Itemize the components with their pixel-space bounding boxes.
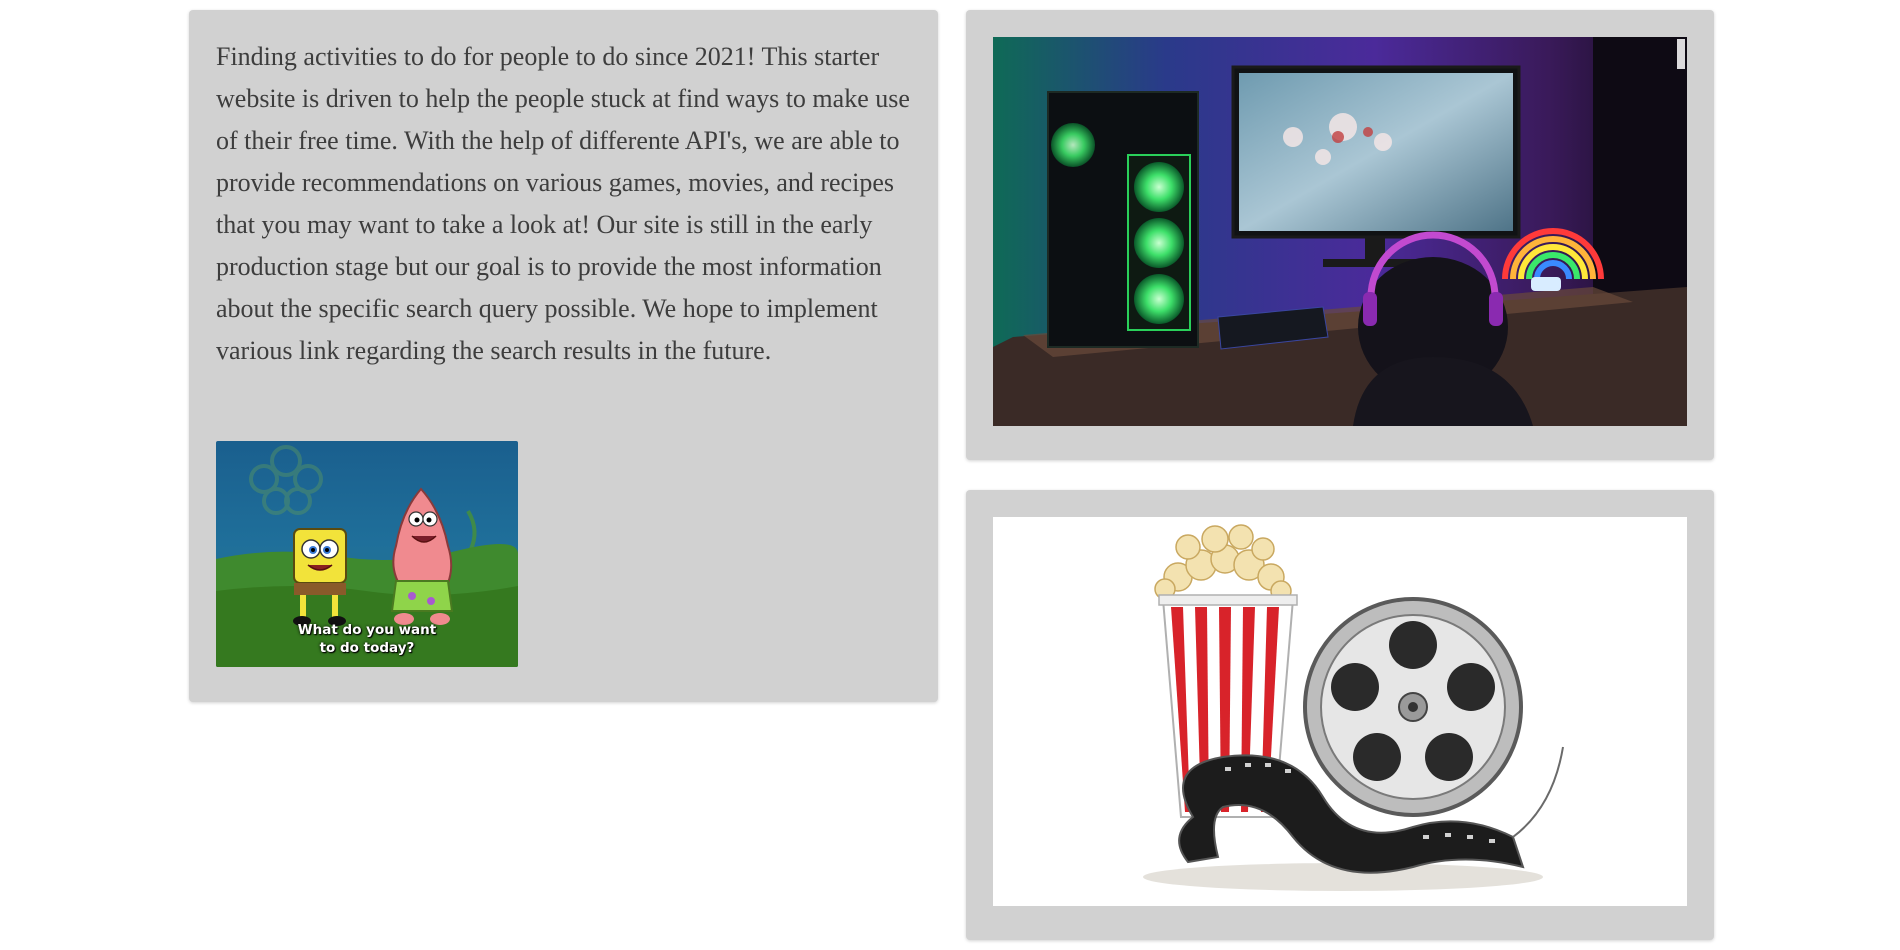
gif-caption: What do you want to do today? — [297, 622, 437, 656]
movie-popcorn-image — [993, 517, 1687, 906]
gaming-card — [966, 10, 1714, 460]
spongebob-gif-image: What do you want to do today? — [216, 441, 518, 667]
movie-card — [966, 490, 1714, 940]
gaming-setup-image — [993, 37, 1687, 426]
page: Finding activities to do for people to d… — [0, 0, 1900, 950]
about-card: Finding activities to do for people to d… — [189, 10, 938, 702]
about-text: Finding activities to do for people to d… — [216, 42, 910, 365]
